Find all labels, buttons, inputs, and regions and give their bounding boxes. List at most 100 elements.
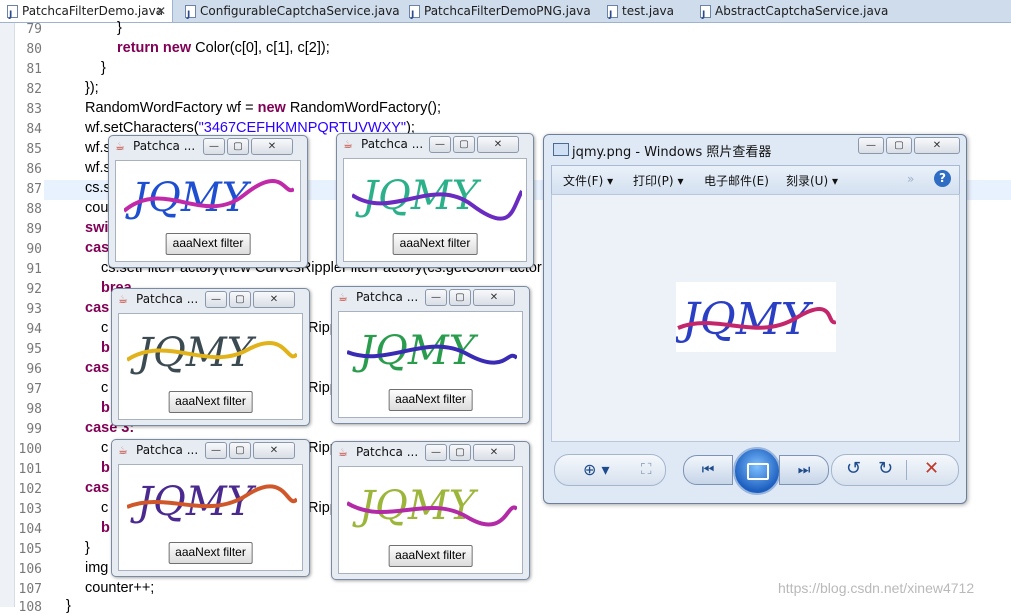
code-line: c (101, 440, 109, 456)
captcha-panel: JQMY aaaNext filter (343, 158, 527, 262)
tab-label: AbstractCaptchaService.java (715, 4, 889, 18)
delete-icon[interactable]: ✕ (924, 458, 939, 479)
captcha-panel: JQMY aaaNext filter (338, 311, 523, 418)
tab-abstractcaptchaservice[interactable]: AbstractCaptchaService.java (693, 0, 889, 26)
patchca-window[interactable]: ☕ Patchca ... — ▢ ✕ JQMY aaaNext filter (111, 439, 310, 577)
line-number: 87 (26, 182, 42, 197)
java-cup-icon: ☕ (343, 138, 353, 151)
window-title: Patchca ... (361, 137, 424, 151)
maximize-button[interactable]: ▢ (229, 442, 251, 459)
code-line: }); (85, 80, 99, 96)
line-number: 94 (26, 322, 42, 337)
edit-group: ↺ ↻ ✕ (831, 454, 959, 486)
zoom-icon[interactable]: ⊕ ▾ (583, 460, 610, 479)
minimize-button[interactable]: — (425, 444, 447, 461)
code-line: b (101, 520, 110, 536)
patchca-window[interactable]: ☕ Patchca ... — ▢ ✕ JQMY aaaNext filter (111, 288, 310, 426)
line-number: 90 (26, 242, 42, 257)
line-number: 93 (26, 302, 42, 317)
code-line: return new Color(c[0], c[1], c[2]); (117, 40, 330, 56)
next-filter-button[interactable]: aaaNext filter (392, 233, 478, 255)
help-icon[interactable]: ? (934, 170, 951, 187)
java-cup-icon: ☕ (338, 291, 348, 304)
code-line: img (85, 560, 109, 576)
line-number: 95 (26, 342, 42, 357)
tab-patchcafilterdemopng[interactable]: PatchcaFilterDemoPNG.java (402, 0, 591, 26)
maximize-button[interactable]: ▢ (453, 136, 475, 153)
close-button[interactable]: ✕ (473, 444, 515, 461)
next-filter-button[interactable]: aaaNext filter (165, 233, 251, 255)
line-number: 105 (18, 542, 42, 557)
line-number: 102 (18, 482, 42, 497)
displayed-image: JQMY (676, 282, 836, 352)
minimize-button[interactable]: — (425, 289, 447, 306)
slideshow-icon (747, 463, 769, 480)
patchca-window[interactable]: ☕ Patchca ... — ▢ ✕ JQMY aaaNext filter (336, 133, 534, 268)
photo-viewer-window[interactable]: jqmy.png - Windows 照片查看器 — ▢ ✕ 文件(F) ▾ 打… (543, 134, 967, 504)
java-cup-icon: ☕ (115, 140, 125, 153)
next-button[interactable]: ⏭ (779, 455, 829, 485)
next-filter-button[interactable]: aaaNext filter (388, 389, 473, 411)
tab-test[interactable]: test.java (600, 0, 674, 26)
window-titlebar[interactable]: ☕ Patchca ... — ▢ ✕ (337, 134, 533, 156)
previous-button[interactable]: ⏮ (683, 455, 733, 485)
code-line: cas (85, 300, 110, 316)
minimize-button[interactable]: — (429, 136, 451, 153)
window-titlebar[interactable]: ☕ Patchca ... — ▢ ✕ (332, 287, 529, 309)
patchca-window[interactable]: ☕ Patchca ... — ▢ ✕ JQMY aaaNext filter (331, 286, 530, 424)
editor-tab-bar: PatchcaFilterDemo.java ✕ ConfigurableCap… (0, 0, 1011, 26)
code-line: RandomWordFactory wf = new RandomWordFac… (85, 100, 441, 116)
image-canvas[interactable]: JQMY (551, 194, 960, 442)
captcha-panel: JQMY aaaNext filter (338, 466, 523, 574)
tab-configurablecaptchaservice[interactable]: ConfigurableCaptchaService.java (178, 0, 400, 26)
close-button[interactable]: ✕ (477, 136, 519, 153)
line-number: 100 (18, 442, 42, 457)
captcha-image: JQMY (347, 328, 517, 374)
window-titlebar[interactable]: ☕ Patchca ... — ▢ ✕ (109, 136, 307, 158)
next-filter-button[interactable]: aaaNext filter (168, 391, 253, 413)
maximize-button[interactable]: ▢ (227, 138, 249, 155)
slideshow-button[interactable] (733, 447, 781, 495)
close-button[interactable]: ✕ (473, 289, 515, 306)
viewer-menubar: 文件(F) ▾ 打印(P) ▾ 电子邮件(E) 刻录(U) ▾ » ? (551, 165, 960, 195)
minimize-button[interactable]: — (205, 442, 227, 459)
actual-size-icon[interactable]: ⛶ (641, 460, 652, 478)
keyword: new (257, 100, 286, 116)
close-button[interactable]: ✕ (251, 138, 293, 155)
close-button[interactable]: ✕ (253, 442, 295, 459)
window-title: Patchca ... (136, 292, 199, 306)
captcha-panel: JQMY aaaNext filter (118, 464, 303, 571)
next-filter-button[interactable]: aaaNext filter (168, 542, 253, 564)
rotate-right-icon[interactable]: ↻ (878, 458, 893, 479)
watermark: https://blog.csdn.net/xinew4712 (778, 580, 975, 596)
window-titlebar[interactable]: ☕ Patchca ... — ▢ ✕ (332, 442, 529, 464)
maximize-button[interactable]: ▢ (449, 444, 471, 461)
more-icon[interactable]: » (907, 172, 914, 186)
menu-burn[interactable]: 刻录(U) ▾ (786, 172, 838, 189)
minimize-button[interactable]: — (858, 137, 884, 154)
close-icon[interactable]: ✕ (156, 0, 166, 22)
line-number: 107 (18, 582, 42, 597)
menu-email[interactable]: 电子邮件(E) (704, 172, 769, 189)
next-filter-button[interactable]: aaaNext filter (388, 545, 473, 567)
patchca-window[interactable]: ☕ Patchca ... — ▢ ✕ JQMY aaaNext filter (108, 135, 308, 268)
maximize-button[interactable]: ▢ (229, 291, 251, 308)
menu-file[interactable]: 文件(F) ▾ (563, 172, 613, 189)
minimize-button[interactable]: — (203, 138, 225, 155)
window-title: Patchca ... (133, 139, 196, 153)
close-button[interactable]: ✕ (914, 137, 960, 154)
patchca-window[interactable]: ☕ Patchca ... — ▢ ✕ JQMY aaaNext filter (331, 441, 530, 580)
maximize-button[interactable]: ▢ (886, 137, 912, 154)
close-button[interactable]: ✕ (253, 291, 295, 308)
window-title: Patchca ... (136, 443, 199, 457)
window-titlebar[interactable]: ☕ Patchca ... — ▢ ✕ (112, 289, 309, 311)
tab-patchcafilterdemo[interactable]: PatchcaFilterDemo.java ✕ (0, 0, 173, 26)
rotate-left-icon[interactable]: ↺ (846, 458, 861, 479)
window-titlebar[interactable]: ☕ Patchca ... — ▢ ✕ (112, 440, 309, 462)
maximize-button[interactable]: ▢ (449, 289, 471, 306)
code-text: RandomWordFactory(); (285, 100, 442, 116)
picture-icon (553, 143, 569, 156)
code-line: c (101, 500, 109, 516)
menu-print[interactable]: 打印(P) ▾ (633, 172, 683, 189)
minimize-button[interactable]: — (205, 291, 227, 308)
